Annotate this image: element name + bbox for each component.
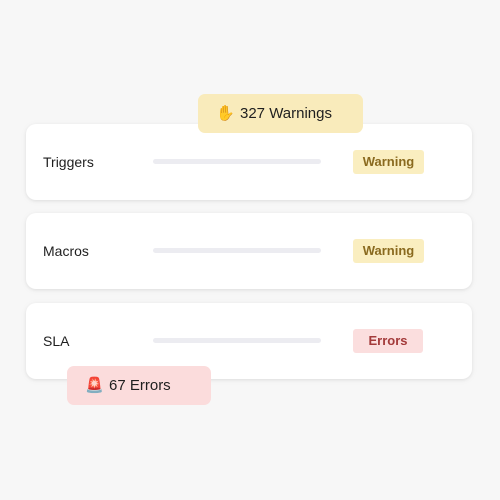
row-label: SLA xyxy=(43,333,70,349)
status-badge: Warning xyxy=(353,150,424,174)
row-label: Triggers xyxy=(43,154,94,170)
progress-track xyxy=(153,338,321,343)
warnings-summary-pill: ✋ 327 Warnings xyxy=(198,94,363,133)
warnings-count: 327 Warnings xyxy=(240,105,332,122)
row-macros[interactable]: Macros Warning xyxy=(26,213,472,289)
row-triggers[interactable]: Triggers Warning xyxy=(26,124,472,200)
errors-summary-pill: 🚨 67 Errors xyxy=(67,366,211,405)
row-label: Macros xyxy=(43,243,89,259)
raised-hand-icon: ✋ xyxy=(216,105,235,122)
progress-track xyxy=(153,248,321,253)
progress-track xyxy=(153,159,321,164)
status-badge: Warning xyxy=(353,239,424,263)
status-badge: Errors xyxy=(353,329,423,353)
errors-count: 67 Errors xyxy=(109,377,171,394)
rotating-light-icon: 🚨 xyxy=(85,377,104,394)
status-overview: Triggers Warning Macros Warning SLA Erro… xyxy=(0,0,500,500)
